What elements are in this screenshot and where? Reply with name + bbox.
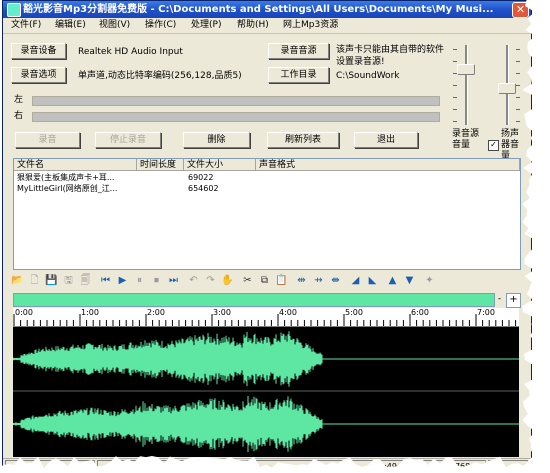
fade-out-icon[interactable]: ◣: [366, 274, 379, 287]
paste-icon[interactable]: 📋: [275, 274, 288, 287]
fade-in-icon[interactable]: ◢: [349, 274, 362, 287]
hand-icon[interactable]: ✋: [221, 274, 234, 287]
save-all-icon[interactable]: 🗐: [79, 274, 92, 287]
copy-icon[interactable]: ⧉: [258, 274, 271, 287]
record-options-value: 单声道,动态比特率编码(256,128,品质5): [78, 71, 242, 81]
file-size: 654602: [188, 184, 219, 193]
stop-record-button[interactable]: 停止录音: [95, 132, 161, 148]
speaker-volume-slider[interactable]: [498, 83, 516, 94]
right-level-meter: [32, 112, 440, 122]
app-icon: [7, 3, 21, 17]
menu-online-mp3[interactable]: 网上Mp3资源: [283, 19, 338, 32]
menu-operation[interactable]: 操作(C): [145, 19, 176, 32]
file-list[interactable]: 文件名 时间长度 文件大小 声音格式 狠狠爱(主板集成声卡+耳... 69022…: [13, 158, 521, 270]
file-size: 69022: [188, 173, 214, 182]
status-panel: [189, 460, 374, 469]
file-name: MyLittleGirl(网络原创_江...: [17, 184, 118, 193]
ruler-label: 0:00: [15, 308, 33, 317]
effects-icon[interactable]: ✦: [423, 274, 436, 287]
work-directory-button[interactable]: 工作目录: [268, 67, 329, 83]
ruler-label: 6:00: [411, 308, 429, 317]
ruler-label: 3:00: [213, 308, 231, 317]
go-end-icon[interactable]: ⏭: [167, 274, 180, 287]
record-device-button[interactable]: 录音设备: [11, 43, 66, 59]
status-panel: [488, 460, 528, 469]
column-format[interactable]: 声音格式: [256, 159, 520, 171]
column-length[interactable]: 时间长度: [137, 159, 184, 171]
menu-file[interactable]: 文件(F): [11, 19, 41, 32]
zoom-out-button[interactable]: -: [495, 293, 504, 306]
ruler-label: 4:00: [279, 308, 297, 317]
menu-bar: 文件(F) 编辑(E) 视图(V) 操作(C) 处理(P) 帮助(H) 网上Mp…: [3, 18, 531, 34]
split-icon[interactable]: ⇹: [295, 274, 308, 287]
save-as-icon[interactable]: 🖫: [62, 274, 75, 287]
volume-up-icon[interactable]: ▲: [386, 274, 399, 287]
left-level-meter: [32, 96, 440, 106]
time-ruler[interactable]: 0:00 1:00 2:00 3:00 4:00 5:00 6:00 7:00: [13, 308, 519, 327]
record-button[interactable]: 录音: [15, 132, 80, 148]
column-size[interactable]: 文件大小: [184, 159, 256, 171]
status-bar: 4:49.045 1:32768: [3, 458, 531, 469]
work-directory-value: C:\SoundWork: [336, 71, 400, 81]
zoom-in-button[interactable]: +: [506, 293, 521, 308]
list-item[interactable]: 狠狠爱(主板集成声卡+耳... 69022: [14, 173, 520, 184]
open-icon[interactable]: 📂: [11, 274, 24, 287]
speaker-volume-checkbox[interactable]: ✓: [488, 140, 499, 151]
trim-icon[interactable]: ⇼: [329, 274, 342, 287]
source-volume-track: [465, 45, 468, 125]
join-icon[interactable]: ⇸: [312, 274, 325, 287]
exit-button[interactable]: 退出: [354, 132, 418, 148]
waveform-display[interactable]: [12, 327, 519, 457]
save-icon[interactable]: 💾: [45, 274, 58, 287]
record-options-button[interactable]: 录音选项: [11, 67, 66, 83]
play-icon[interactable]: ▶: [116, 274, 129, 287]
column-filename[interactable]: 文件名: [14, 159, 137, 171]
app-window: 豁光影音Mp3分割器免费版 - C:\Documents and Setting…: [2, 0, 532, 470]
ruler-label: 7:00: [477, 308, 495, 317]
stop-icon[interactable]: ⏹: [150, 274, 163, 287]
ruler-label: 1:00: [81, 308, 99, 317]
delete-button[interactable]: 删除: [183, 132, 250, 148]
source-volume-slider[interactable]: [457, 64, 475, 75]
overview-bar[interactable]: [13, 293, 495, 307]
redo-icon[interactable]: ↷: [204, 274, 217, 287]
menu-process[interactable]: 处理(P): [191, 19, 221, 32]
refresh-list-button[interactable]: 刷新列表: [267, 132, 339, 148]
status-panel: [97, 460, 187, 469]
undo-icon[interactable]: ↶: [187, 274, 200, 287]
ruler-label: 2:00: [147, 308, 165, 317]
go-start-icon[interactable]: ⏮: [99, 274, 112, 287]
record-device-value: Realtek HD Audio Input: [78, 47, 183, 57]
list-item[interactable]: MyLittleGirl(网络原创_江... 654602: [14, 184, 520, 195]
menu-help[interactable]: 帮助(H): [237, 19, 269, 32]
volume-down-icon[interactable]: ▼: [403, 274, 416, 287]
status-panel: [5, 460, 95, 469]
left-channel-label: 左: [14, 95, 24, 105]
ruler-label: 5:00: [345, 308, 363, 317]
waveform-graph: [12, 331, 519, 452]
status-position: 4:49.045: [376, 460, 432, 469]
status-zoom: 1:32768: [434, 460, 486, 469]
file-name: 狠狠爱(主板集成声卡+耳...: [17, 173, 115, 182]
right-channel-label: 右: [14, 111, 24, 121]
new-icon[interactable]: 🗋: [28, 274, 41, 287]
record-source-note: 该声卡只能由其自带的软件设置录音源!: [336, 45, 445, 67]
title-bar[interactable]: 豁光影音Mp3分割器免费版 - C:\Documents and Setting…: [3, 1, 531, 18]
close-button[interactable]: ✕: [512, 2, 529, 18]
menu-view[interactable]: 视图(V): [99, 19, 130, 32]
editor-toolbar: 📂 🗋 💾 🖫 🗐 ⏮ ▶ ⏸ ⏹ ⏭ ↶ ↷ ✋ ✂ ⧉ 📋 ⇹ ⇸ ⇼ ◢ …: [9, 273, 529, 289]
menu-edit[interactable]: 编辑(E): [55, 19, 86, 32]
record-source-button[interactable]: 录音音源: [268, 43, 329, 59]
pause-icon[interactable]: ⏸: [133, 274, 146, 287]
source-volume-label: 录音源音量: [452, 129, 480, 150]
cut-icon[interactable]: ✂: [241, 274, 254, 287]
window-title: 豁光影音Mp3分割器免费版 - C:\Documents and Setting…: [23, 4, 493, 15]
